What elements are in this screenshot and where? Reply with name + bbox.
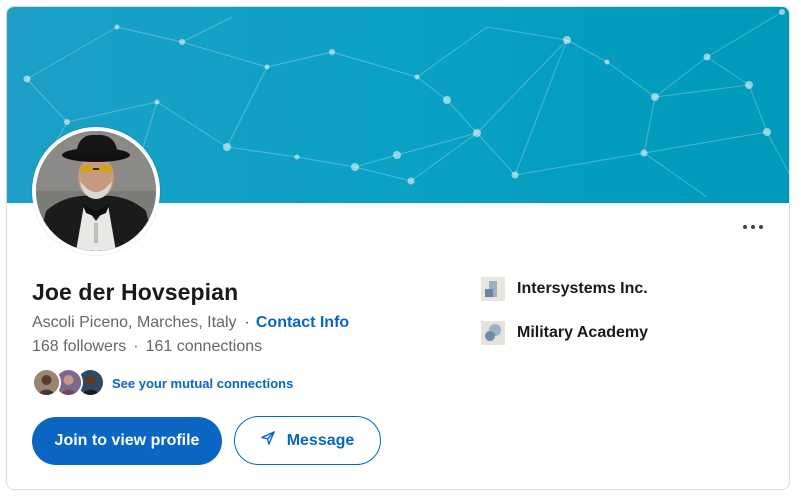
more-dot-icon bbox=[759, 225, 763, 229]
company-logo-icon bbox=[481, 277, 505, 301]
more-dot-icon bbox=[743, 225, 747, 229]
contact-info-link[interactable]: Contact Info bbox=[256, 314, 349, 331]
stats-row: 168 followers · 161 connections bbox=[32, 338, 262, 356]
message-label: Message bbox=[286, 431, 355, 449]
org-item-military-academy[interactable]: Military Academy bbox=[481, 320, 648, 346]
join-to-view-profile-button[interactable]: Join to view profile bbox=[32, 417, 222, 465]
location-row: Ascoli Piceno, Marches, Italy · Contact In… bbox=[32, 314, 349, 332]
school-logo-icon bbox=[481, 321, 505, 345]
send-icon bbox=[260, 431, 275, 450]
mutual-avatar bbox=[32, 368, 61, 397]
profile-card: Joe der Hovsepian Ascoli Piceno, Marches… bbox=[6, 6, 790, 490]
mutual-connections[interactable]: See your mutual connections bbox=[32, 368, 293, 398]
profile-avatar[interactable] bbox=[32, 127, 160, 255]
profile-photo bbox=[36, 131, 156, 251]
org-name: Intersystems Inc. bbox=[517, 280, 648, 297]
message-button[interactable]: Message bbox=[234, 416, 381, 465]
separator-dot: · bbox=[133, 338, 139, 355]
followers-count: 168 followers bbox=[32, 338, 127, 355]
org-name: Military Academy bbox=[517, 324, 649, 341]
profile-location: Ascoli Piceno, Marches, Italy bbox=[32, 314, 237, 331]
connections-count: 161 connections bbox=[145, 338, 263, 355]
mutual-connections-link[interactable]: See your mutual connections bbox=[112, 376, 293, 391]
more-options-button[interactable] bbox=[735, 217, 771, 237]
more-dot-icon bbox=[751, 225, 755, 229]
mutual-avatars bbox=[32, 368, 108, 398]
profile-name: Joe der Hovsepian bbox=[32, 279, 239, 305]
separator-dot: · bbox=[244, 314, 250, 331]
org-item-intersystems[interactable]: Intersystems Inc. bbox=[481, 276, 648, 302]
